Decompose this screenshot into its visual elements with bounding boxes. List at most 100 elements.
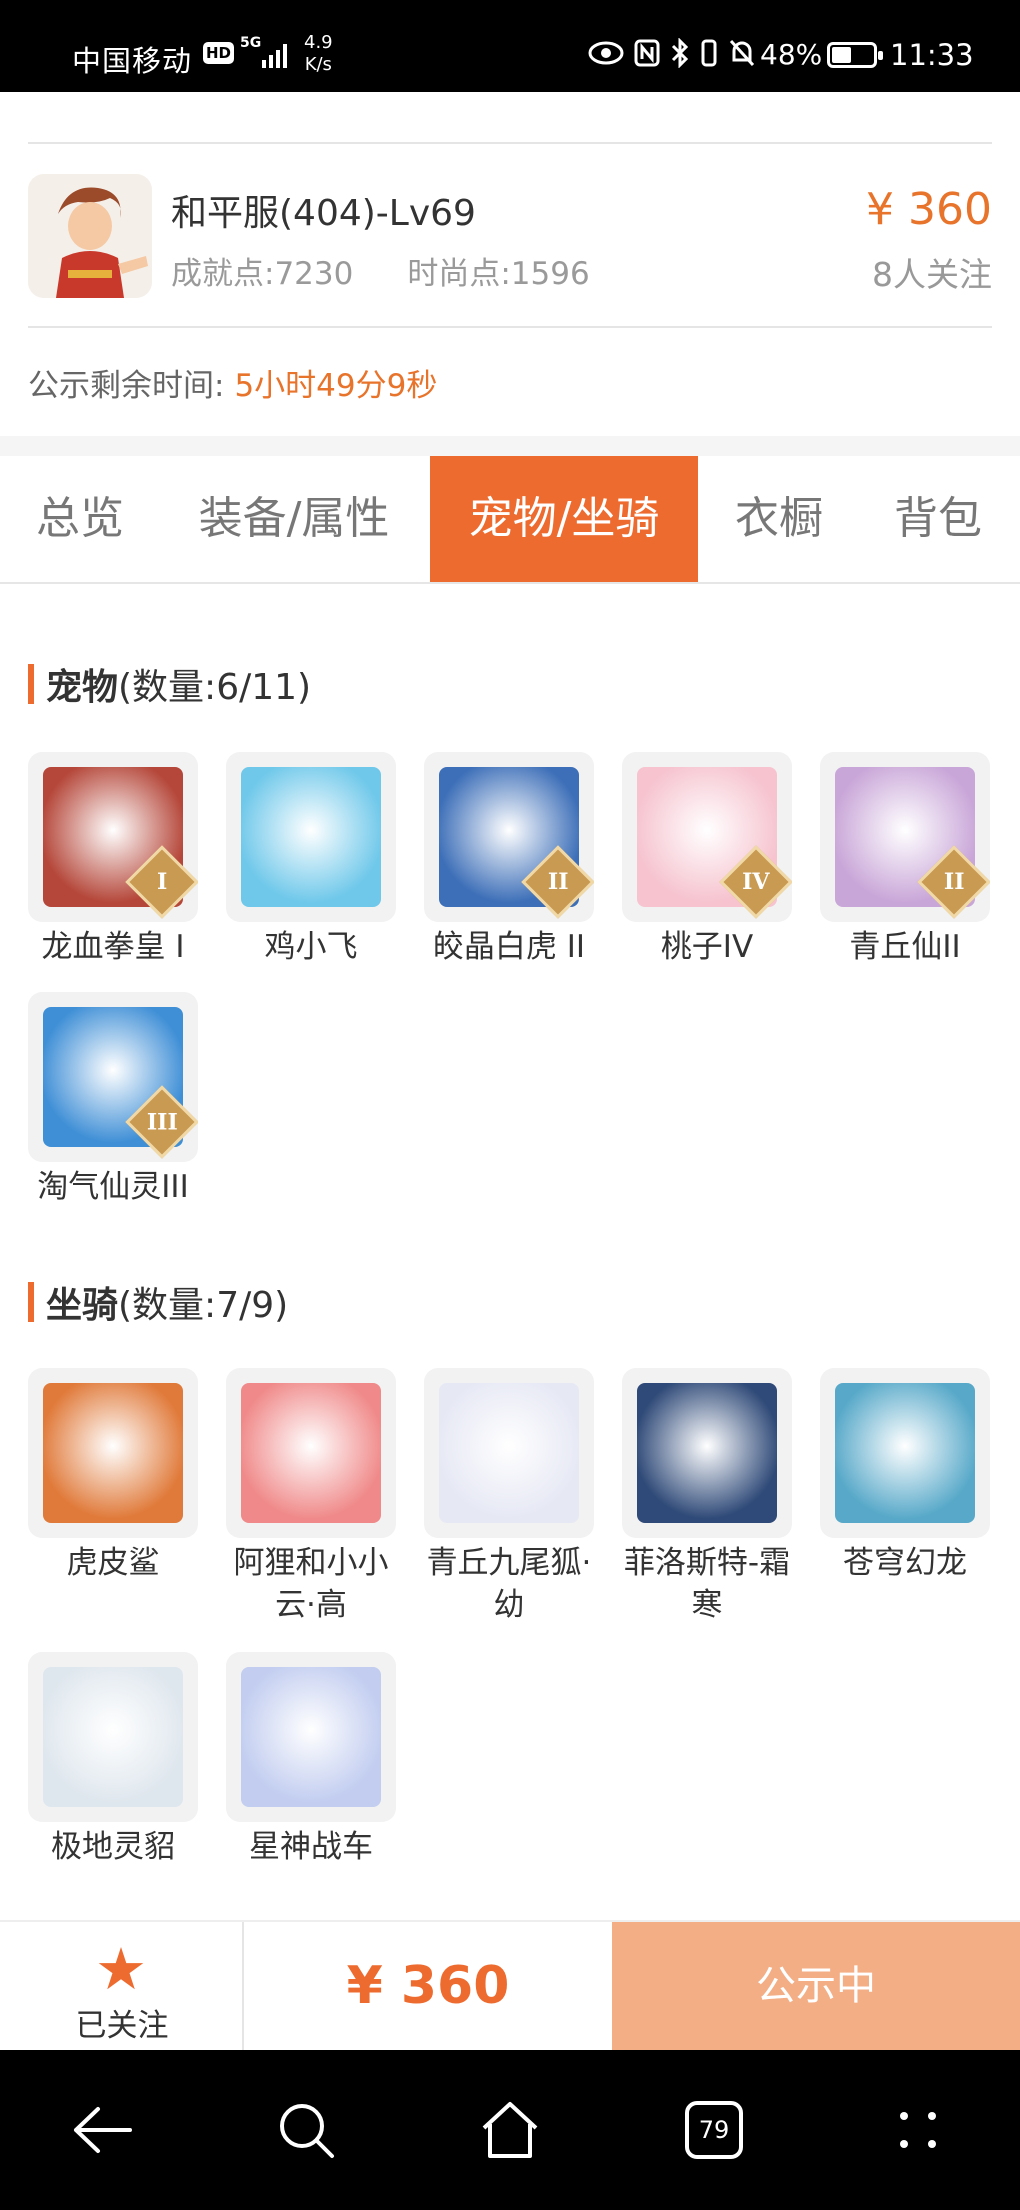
pets-title: 宠物 bbox=[46, 667, 119, 708]
publicity-status-button[interactable]: 公示中 bbox=[612, 1922, 1020, 2050]
pets-card[interactable]: II 青丘仙II bbox=[820, 752, 990, 968]
creature-art-icon bbox=[43, 1383, 183, 1523]
carrier-name: 中国移动 bbox=[72, 44, 193, 78]
grade-badge-label: II bbox=[547, 869, 569, 895]
notice-countdown-row: 公示剩余时间: 5小时49分9秒 bbox=[28, 360, 437, 405]
tab-pets-mounts[interactable]: 宠物/坐骑 bbox=[430, 456, 698, 582]
achievement-points: 成就点:7230 bbox=[171, 256, 354, 292]
menu-button[interactable] bbox=[868, 2080, 968, 2180]
detail-tabs: 总览 装备/属性 宠物/坐骑 衣橱 背包 bbox=[0, 456, 1020, 584]
status-icons bbox=[588, 38, 756, 68]
follow-label: 已关注 bbox=[75, 2008, 169, 2044]
card-thumbnail bbox=[424, 1368, 594, 1538]
battery-icon bbox=[827, 42, 883, 68]
creature-art-icon bbox=[241, 1383, 381, 1523]
card-thumbnail bbox=[820, 1368, 990, 1538]
character-avatar bbox=[28, 174, 152, 298]
hd-badge: HD bbox=[203, 42, 235, 64]
status-bar: 中国移动 HD 5G 4.9 K/s 48% 11:33 bbox=[0, 0, 1020, 92]
back-button[interactable] bbox=[52, 2080, 152, 2180]
tab-equipment[interactable]: 装备/属性 bbox=[176, 456, 412, 582]
creature-art-icon bbox=[43, 1667, 183, 1807]
mounts-card[interactable]: 阿狸和小小云·高 bbox=[226, 1368, 396, 1626]
network-type: 5G bbox=[240, 35, 262, 51]
creature-art-icon bbox=[439, 1383, 579, 1523]
mounts-count: (数量:7/9) bbox=[118, 1285, 289, 1326]
eye-icon bbox=[588, 41, 624, 65]
follow-button[interactable]: ★ 已关注 bbox=[0, 1922, 244, 2050]
pets-card[interactable]: IV 桃子IV bbox=[622, 752, 792, 968]
card-name: 阿狸和小小云·高 bbox=[233, 1545, 389, 1623]
speed-unit: K/s bbox=[304, 54, 332, 75]
listing-summary[interactable]: 和平服(404)-Lv69 成就点:7230 时尚点:1596 ¥ 360 8人关… bbox=[28, 144, 992, 328]
card-thumbnail bbox=[226, 1652, 396, 1822]
pets-card[interactable]: II 皎晶白虎 II bbox=[424, 752, 594, 968]
card-name: 菲洛斯特-霜寒 bbox=[623, 1545, 791, 1623]
card-name: 龙血拳皇 I bbox=[41, 929, 185, 965]
grade-badge-label: I bbox=[156, 868, 168, 895]
back-arrow-icon bbox=[74, 2107, 132, 2153]
clock: 11:33 bbox=[890, 38, 974, 72]
card-thumbnail: IV bbox=[622, 752, 792, 922]
card-name: 青丘仙II bbox=[849, 929, 961, 965]
mounts-section-title: 坐骑(数量:7/9) bbox=[28, 1276, 288, 1328]
tabs-count-icon: 79 bbox=[685, 2101, 743, 2159]
server-name: 和平服(404)-Lv69 bbox=[171, 193, 476, 234]
mute-bell-icon bbox=[729, 39, 755, 67]
tab-wardrobe[interactable]: 衣橱 bbox=[712, 456, 846, 582]
grade-badge-label: III bbox=[146, 1109, 178, 1135]
card-thumbnail: I bbox=[28, 752, 198, 922]
grade-badge-label: IV bbox=[742, 869, 770, 895]
listing-price: ¥ 360 bbox=[866, 184, 992, 235]
character-portrait-icon bbox=[28, 174, 152, 298]
card-thumbnail: II bbox=[820, 752, 990, 922]
tabs-button[interactable]: 79 bbox=[664, 2080, 764, 2180]
grade-badge-label: II bbox=[943, 869, 965, 895]
mounts-card[interactable]: 星神战车 bbox=[226, 1652, 396, 1868]
tab-backpack[interactable]: 背包 bbox=[868, 456, 1008, 582]
pets-count: (数量:6/11) bbox=[118, 667, 312, 708]
card-name: 皎晶白虎 II bbox=[432, 929, 586, 965]
vibrate-icon bbox=[701, 39, 717, 67]
mounts-card[interactable]: 极地灵貂 bbox=[28, 1652, 198, 1868]
home-button[interactable] bbox=[460, 2080, 560, 2180]
mounts-card[interactable]: 虎皮鲨 bbox=[28, 1368, 198, 1584]
card-thumbnail: III bbox=[28, 992, 198, 1162]
signal-icon bbox=[262, 44, 287, 68]
bluetooth-icon bbox=[671, 38, 689, 68]
system-nav-bar: 79 bbox=[0, 2050, 1020, 2210]
mounts-card[interactable]: 苍穹幻龙 bbox=[820, 1368, 990, 1584]
fashion-points: 时尚点:1596 bbox=[407, 256, 590, 292]
tab-overview[interactable]: 总览 bbox=[0, 456, 160, 582]
creature-art-icon bbox=[241, 767, 381, 907]
card-name: 苍穹幻龙 bbox=[843, 1545, 967, 1581]
card-name: 青丘九尾狐·幼 bbox=[426, 1545, 592, 1623]
pets-card[interactable]: III 淘气仙灵III bbox=[28, 992, 198, 1208]
card-thumbnail bbox=[622, 1368, 792, 1538]
watcher-count: 8人关注 bbox=[872, 255, 992, 294]
mounts-card[interactable]: 青丘九尾狐·幼 bbox=[424, 1368, 594, 1626]
card-name: 极地灵貂 bbox=[51, 1829, 175, 1865]
battery-percent: 48% bbox=[760, 38, 823, 71]
creature-art-icon bbox=[835, 1383, 975, 1523]
bottom-price: ¥ 360 bbox=[346, 1956, 510, 2016]
pets-section-title: 宠物(数量:6/11) bbox=[28, 658, 311, 710]
pets-card[interactable]: I 龙血拳皇 I bbox=[28, 752, 198, 968]
mounts-card[interactable]: 菲洛斯特-霜寒 bbox=[622, 1368, 792, 1626]
search-button[interactable] bbox=[256, 2080, 356, 2180]
card-name: 虎皮鲨 bbox=[66, 1545, 160, 1581]
card-thumbnail: II bbox=[424, 752, 594, 922]
star-icon: ★ bbox=[95, 1935, 147, 2003]
pets-card[interactable]: 鸡小飞 bbox=[226, 752, 396, 968]
section-separator bbox=[0, 436, 1020, 456]
speed-value: 4.9 bbox=[304, 32, 333, 53]
character-stats: 成就点:7230 时尚点:1596 bbox=[171, 248, 644, 293]
card-name: 淘气仙灵III bbox=[37, 1169, 189, 1205]
card-name: 鸡小飞 bbox=[264, 929, 358, 965]
card-thumbnail bbox=[28, 1368, 198, 1538]
card-thumbnail bbox=[28, 1652, 198, 1822]
card-name: 桃子IV bbox=[660, 929, 754, 965]
battery-level bbox=[832, 47, 851, 63]
search-icon bbox=[280, 2104, 334, 2158]
card-thumbnail bbox=[226, 752, 396, 922]
